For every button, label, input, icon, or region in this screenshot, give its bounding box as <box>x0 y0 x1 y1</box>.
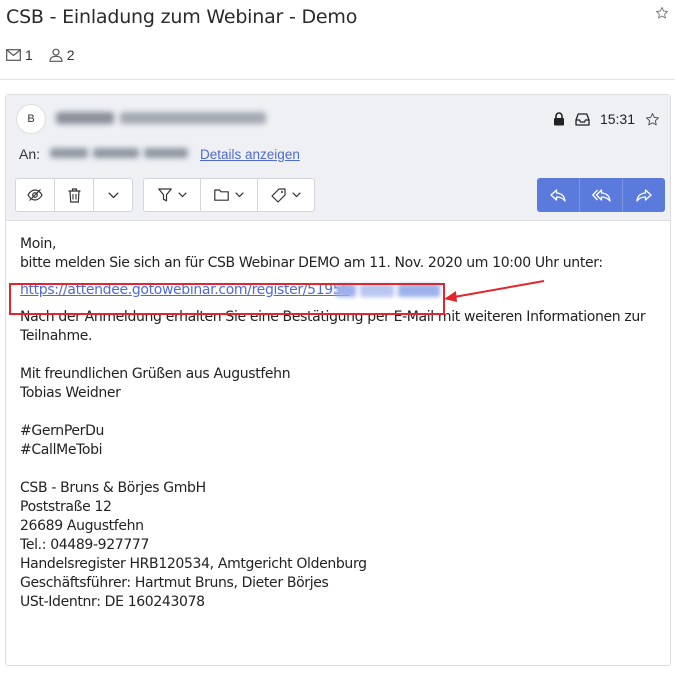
folder-icon <box>214 189 229 201</box>
body-line: #CallMeTobi <box>20 442 103 458</box>
hide-button[interactable] <box>16 179 55 211</box>
envelope-icon <box>6 49 21 61</box>
star-icon[interactable] <box>645 112 660 127</box>
message-count: 1 <box>25 47 33 63</box>
body-line: Geschäftsführer: Hartmut Bruns, Dieter B… <box>20 575 329 591</box>
header-meta: 15:31 <box>553 111 660 127</box>
chevron-down-icon <box>107 191 119 198</box>
chevron-down-icon <box>292 192 301 198</box>
reply-button[interactable] <box>537 178 580 212</box>
annotation-arrow <box>444 280 545 302</box>
body-line: bitte melden Sie sich an für CSB Webinar… <box>20 255 603 271</box>
toolbar-reply <box>537 178 665 212</box>
delete-button[interactable] <box>55 179 94 211</box>
reply-group <box>537 178 665 212</box>
reply-all-icon <box>591 188 611 202</box>
move-folder-button[interactable] <box>201 179 258 211</box>
body-line: Moin, <box>20 236 57 252</box>
toolbar-middle <box>143 178 315 212</box>
sender-redacted <box>56 112 268 126</box>
email-subject: CSB - Einladung zum Webinar - Demo <box>6 6 358 28</box>
recipient-redacted <box>50 148 190 160</box>
filter-button[interactable] <box>144 179 201 211</box>
body-line: Handelsregister HRB120534, Amtgericht Ol… <box>20 556 367 572</box>
avatar[interactable]: B <box>16 104 46 134</box>
recipient-row: An: Details anzeigen <box>19 146 300 162</box>
message-card: B 15:31 An: Details anzeigen Moin, bitte… <box>5 94 671 666</box>
inbox-icon <box>575 112 590 126</box>
body-line: Teilnahme. <box>20 328 93 344</box>
forward-button[interactable] <box>623 178 665 212</box>
label-button[interactable] <box>258 179 314 211</box>
body-line: Mit freundlichen Grüßen aus Augustfehn <box>20 366 291 382</box>
chevron-down-icon <box>177 192 187 198</box>
body-line: USt-Identnr: DE 160243078 <box>20 594 205 610</box>
filter-icon <box>157 188 172 202</box>
reply-all-button[interactable] <box>580 178 623 212</box>
person-icon <box>49 48 63 62</box>
more-button[interactable] <box>94 179 132 211</box>
body-line: CSB - Bruns & Börjes GmbH <box>20 480 206 496</box>
details-link[interactable]: Details anzeigen <box>200 147 300 162</box>
highlight-box <box>9 283 445 315</box>
star-icon[interactable] <box>655 6 669 20</box>
trash-icon <box>68 187 80 203</box>
chevron-down-icon <box>235 192 244 198</box>
reply-icon <box>550 188 566 202</box>
body-line: Tobias Weidner <box>20 385 121 401</box>
lock-icon <box>553 112 564 126</box>
body-line: Poststraße 12 <box>20 499 112 515</box>
body-line: #GernPerDu <box>20 423 105 439</box>
thread-counts: 1 2 <box>6 47 85 63</box>
toolbar-left <box>15 178 133 212</box>
message-header: B 15:31 An: Details anzeigen <box>6 95 670 221</box>
message-actions-group <box>15 178 133 212</box>
body-line: Tel.: 04489-927777 <box>20 537 150 553</box>
divider <box>0 79 675 80</box>
to-label: An: <box>19 146 41 162</box>
body-line: 26689 Augustfehn <box>20 518 144 534</box>
tag-icon <box>271 187 286 203</box>
message-time: 15:31 <box>599 111 635 127</box>
organize-group <box>143 178 315 212</box>
participant-count: 2 <box>66 47 75 63</box>
forward-icon <box>636 188 652 202</box>
eye-off-icon <box>27 189 43 201</box>
